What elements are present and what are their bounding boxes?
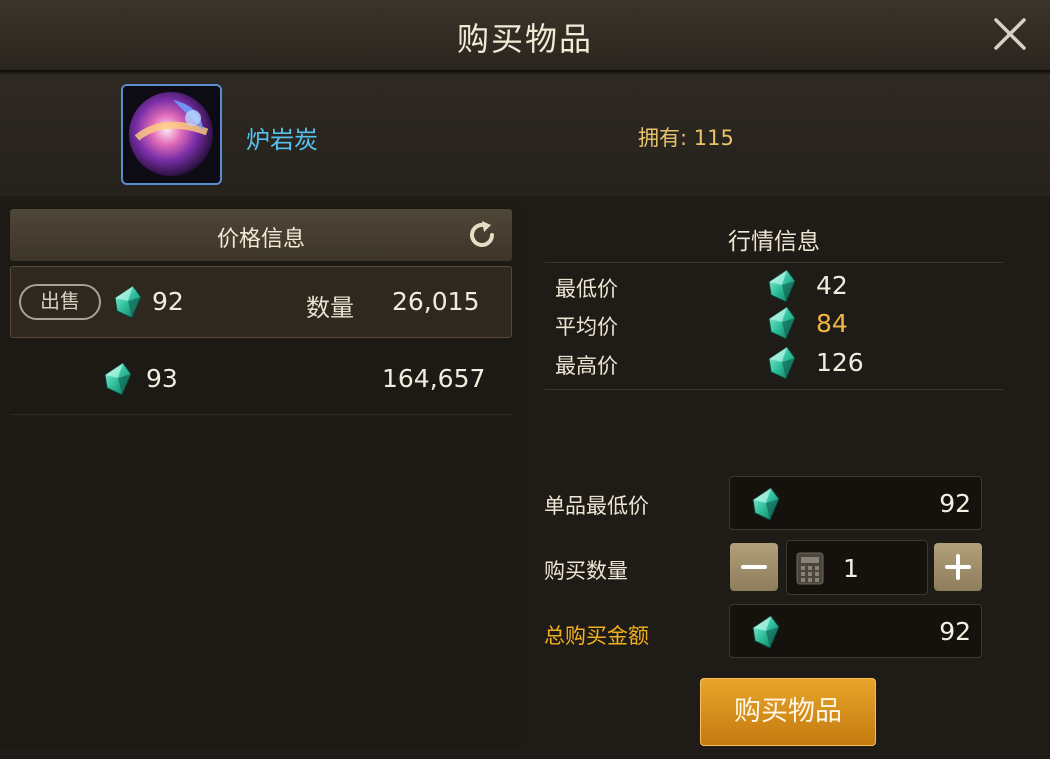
listing-quantity: 164,657	[382, 364, 486, 393]
gem-icon	[752, 615, 780, 649]
total-amount-value: 92	[939, 617, 971, 646]
quantity-input[interactable]: 1	[786, 540, 928, 595]
listing-price[interactable]: 93	[146, 364, 178, 393]
highest-price-value: 126	[816, 348, 864, 377]
dialog-title: 购买物品	[456, 20, 593, 58]
lowest-price-value: 42	[816, 271, 848, 300]
increase-quantity-button[interactable]	[934, 543, 982, 591]
price-info-title: 价格信息	[216, 227, 305, 252]
quantity-label: 数量	[306, 294, 354, 322]
owned-count: 拥有: 115	[638, 122, 734, 152]
average-price-value: 84	[816, 309, 848, 338]
decrease-quantity-button[interactable]	[730, 543, 778, 591]
price-info-header: 价格信息	[10, 209, 512, 261]
owned-value: 115	[693, 126, 734, 150]
item-name: 炉岩炭	[246, 126, 318, 154]
owned-label: 拥有:	[638, 126, 688, 150]
refresh-icon[interactable]	[466, 219, 498, 251]
plus-icon	[945, 554, 971, 580]
listing-quantity: 26,015	[392, 287, 480, 316]
sell-badge: 出售	[19, 284, 101, 320]
purchase-quantity-label: 购买数量	[544, 559, 628, 583]
minus-icon	[741, 565, 767, 569]
total-amount-label: 总购买金额	[544, 624, 649, 648]
gem-icon	[768, 269, 796, 303]
gem-icon	[768, 346, 796, 380]
unit-min-price-field: 92	[729, 476, 982, 530]
quantity-value: 1	[843, 554, 859, 583]
market-info-title: 行情信息	[728, 229, 820, 255]
gem-icon	[752, 487, 780, 521]
highest-price-label: 最高价	[555, 354, 618, 378]
total-amount-field: 92	[729, 604, 982, 658]
row-divider	[10, 414, 512, 415]
gem-icon	[104, 362, 132, 396]
average-price-label: 平均价	[555, 315, 618, 339]
dialog-header: 购买物品	[0, 0, 1050, 72]
gem-icon	[768, 306, 796, 340]
unit-min-price-value: 92	[939, 489, 971, 518]
gem-icon	[114, 285, 142, 319]
item-orb-icon	[121, 84, 222, 185]
close-icon[interactable]	[990, 14, 1030, 54]
buy-item-button[interactable]: 购买物品	[700, 678, 876, 746]
unit-min-price-label: 单品最低价	[544, 494, 649, 518]
calculator-icon[interactable]	[796, 552, 824, 585]
lowest-price-label: 最低价	[555, 277, 618, 301]
listing-price: 92	[152, 287, 184, 316]
